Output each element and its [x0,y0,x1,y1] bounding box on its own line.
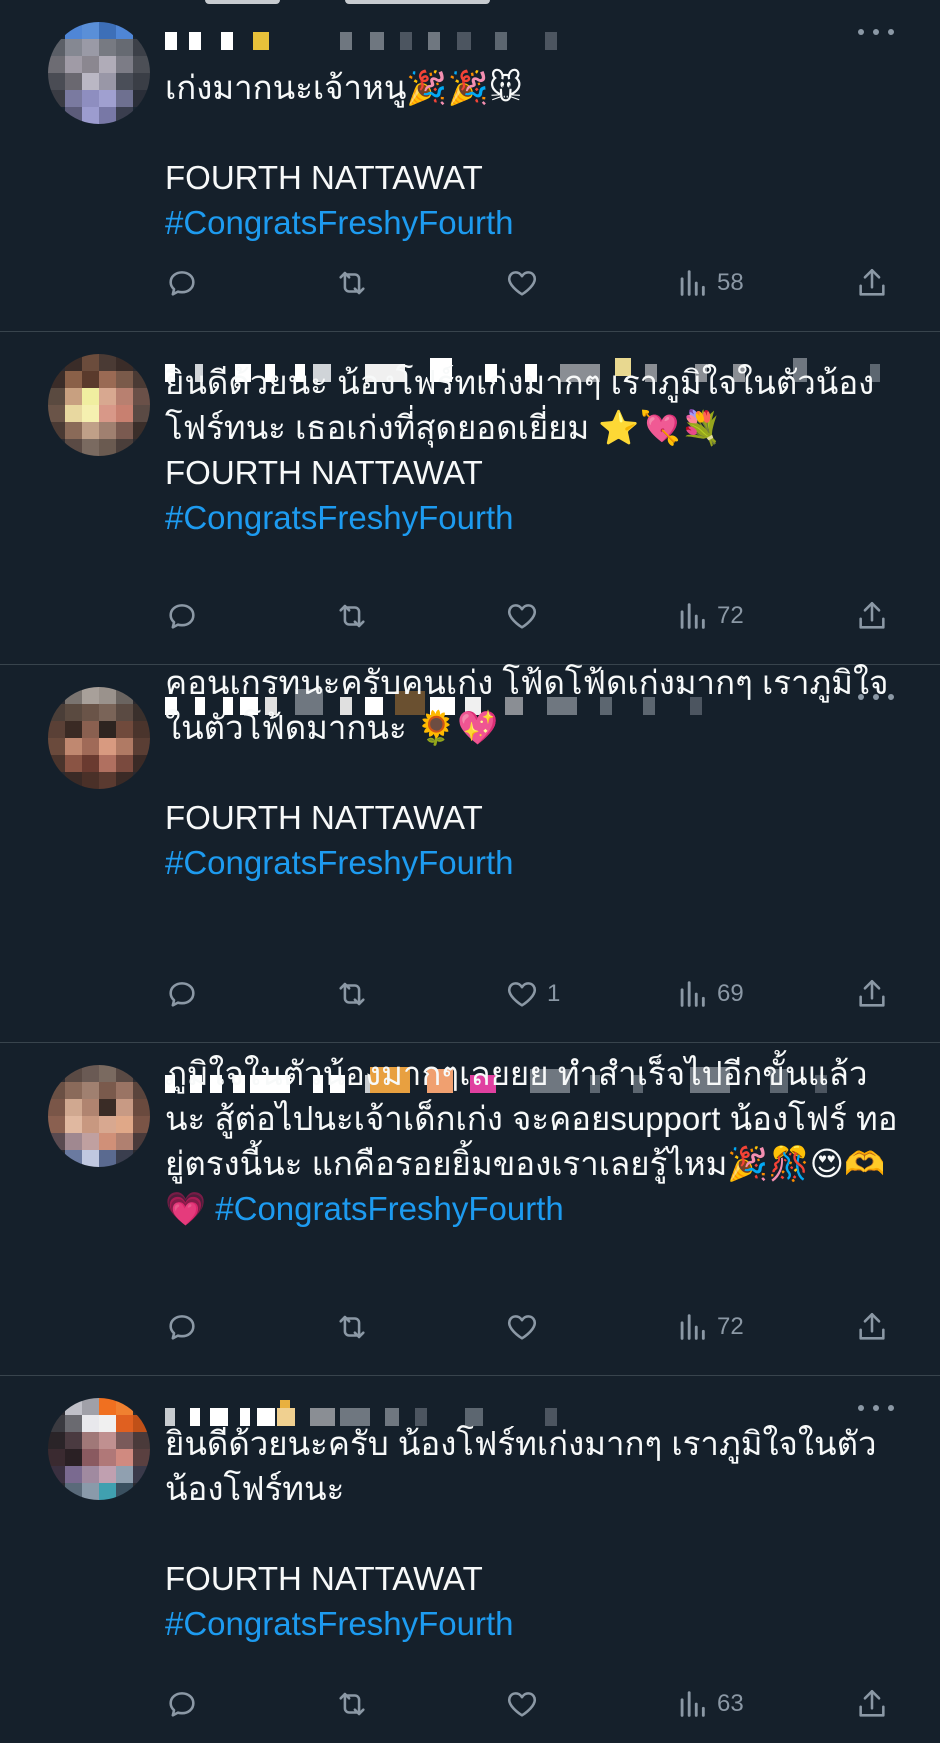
tweet-actions: 72 [165,596,905,636]
tweet-actions: 58 [165,263,905,303]
retweet-icon [339,604,365,628]
tweet[interactable]: ยินดีด้วยนะครับ น้องโฟร์ทเก่งมากๆ เราภูม… [0,1376,940,1743]
view-count: 69 [717,980,744,1007]
reply-button[interactable] [165,974,199,1014]
reply-button[interactable] [165,1684,199,1724]
hashtag-link[interactable]: #CongratsFreshyFourth [215,1190,563,1227]
reply-icon [169,1315,195,1340]
views-button[interactable]: 58 [675,263,744,303]
views-button[interactable]: 69 [675,974,744,1014]
reply-icon [169,1692,195,1717]
hashtag-link[interactable]: #CongratsFreshyFourth [165,204,513,241]
retweet-icon [339,982,365,1006]
retweet-button[interactable] [335,1307,369,1347]
heart-icon [507,271,537,296]
like-button[interactable] [505,263,547,303]
retweet-button[interactable] [335,974,369,1014]
views-button[interactable]: 63 [675,1684,744,1724]
like-button[interactable] [505,1307,547,1347]
reply-feed: เก่งมากนะเจ้าหนู🎉🎉🐭 FOURTH NATTAWAT #Cong… [0,0,940,1743]
more-icon[interactable] [858,20,894,44]
tweet-text: ภูมิใจในตัวน้องมากๆเลยยย ทำสำเร็จไปอีกขั… [165,1055,898,1227]
avatar[interactable] [48,687,150,789]
views-icon [680,1691,705,1717]
views-icon [680,1314,705,1340]
heart-icon [507,1315,537,1340]
share-icon [859,1689,885,1717]
more-icon[interactable] [858,1396,894,1420]
share-icon [859,979,885,1007]
retweet-icon [339,1692,365,1716]
share-button[interactable] [855,974,889,1014]
view-count: 58 [717,269,744,296]
tweet[interactable]: คอนเกรทนะครับคนเก่ง โฟ้ดโฟ้ดเก่งมากๆ เรา… [0,664,940,1043]
view-count: 72 [717,1313,744,1340]
like-button[interactable] [505,1684,547,1724]
share-icon [859,268,885,296]
reply-button[interactable] [165,596,199,636]
avatar[interactable] [48,1398,150,1500]
hashtag-link[interactable]: #CongratsFreshyFourth [165,499,513,536]
heart-icon [507,604,537,629]
heart-icon [507,982,537,1007]
tweet-actions: 1 69 [165,974,905,1014]
views-icon [680,603,705,629]
share-icon [859,1312,885,1340]
share-button[interactable] [855,1307,889,1347]
avatar[interactable] [48,1065,150,1167]
hashtag-link[interactable]: #CongratsFreshyFourth [165,844,513,881]
retweet-button[interactable] [335,596,369,636]
view-count: 63 [717,1690,744,1717]
retweet-icon [339,1315,365,1339]
views-icon [680,981,705,1007]
share-icon [859,601,885,629]
tweet[interactable]: ภูมิใจในตัวน้องมากๆเลยยย ทำสำเร็จไปอีกขั… [0,1043,940,1376]
heart-icon [507,1692,537,1717]
share-button[interactable] [855,1684,889,1724]
avatar[interactable] [48,354,150,456]
reply-icon [169,982,195,1007]
share-button[interactable] [855,263,889,303]
tweet-actions: 63 [165,1684,905,1724]
views-button[interactable]: 72 [675,596,744,636]
retweet-icon [339,271,365,295]
view-count: 72 [717,602,744,629]
avatar[interactable] [48,22,150,124]
tweet-text: ยินดีด้วยนะครับ น้องโฟร์ทเก่งมากๆ เราภูม… [165,1425,877,1642]
retweet-button[interactable] [335,1684,369,1724]
like-button[interactable]: 1 [505,974,560,1014]
tweet[interactable]: ยินดีด้วยนะ น้องโฟร์ทเก่งมากๆ เราภูมิใจใ… [0,332,940,665]
tweet-text: คอนเกรทนะครับคนเก่ง โฟ้ดโฟ้ดเก่งมากๆ เรา… [165,664,889,881]
views-icon [680,270,705,296]
reply-icon [169,271,195,296]
views-button[interactable]: 72 [675,1307,744,1347]
reply-icon [169,604,195,629]
tweet-text: เก่งมากนะเจ้าหนู🎉🎉🐭 FOURTH NATTAWAT #Cong… [165,69,523,241]
display-name-redacted[interactable] [165,24,885,58]
like-count: 1 [547,980,561,1007]
reply-button[interactable] [165,1307,199,1347]
tweet[interactable]: เก่งมากนะเจ้าหนู🎉🎉🐭 FOURTH NATTAWAT #Cong… [0,0,940,332]
tweet-actions: 72 [165,1307,905,1347]
tweet-text: ยินดีด้วยนะ น้องโฟร์ทเก่งมากๆ เราภูมิใจใ… [165,364,875,536]
reply-button[interactable] [165,263,199,303]
hashtag-link[interactable]: #CongratsFreshyFourth [165,1605,513,1642]
like-button[interactable] [505,596,547,636]
share-button[interactable] [855,596,889,636]
retweet-button[interactable] [335,263,369,303]
